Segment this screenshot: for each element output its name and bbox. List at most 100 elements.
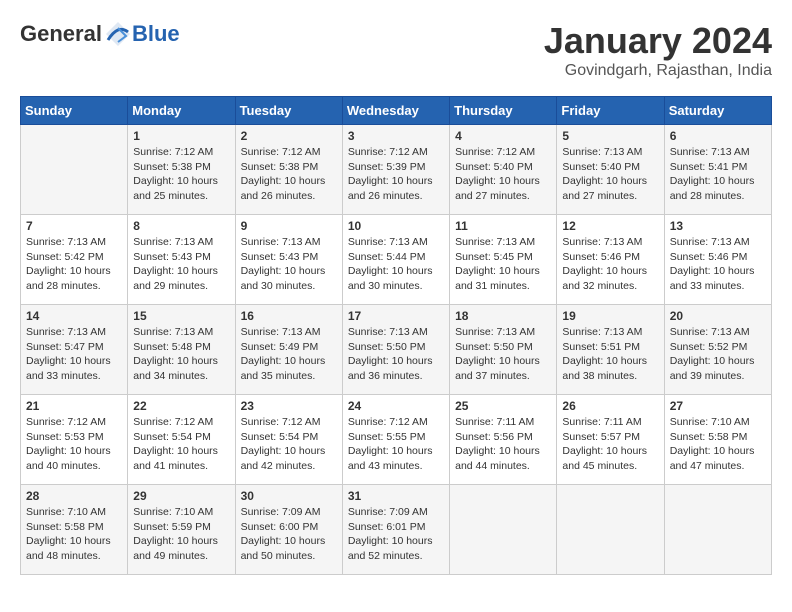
day-number: 20 bbox=[670, 309, 766, 323]
day-number: 9 bbox=[241, 219, 337, 233]
cell-content: Sunrise: 7:12 AM Sunset: 5:38 PM Dayligh… bbox=[241, 145, 337, 204]
calendar-cell bbox=[557, 485, 664, 575]
logo-general-text: General bbox=[20, 21, 102, 47]
calendar-cell: 30 Sunrise: 7:09 AM Sunset: 6:00 PM Dayli… bbox=[235, 485, 342, 575]
calendar-cell: 15 Sunrise: 7:13 AM Sunset: 5:48 PM Dayli… bbox=[128, 305, 235, 395]
day-number: 22 bbox=[133, 399, 229, 413]
calendar-week-row: 1Sunrise: 7:12 AM Sunset: 5:38 PM Daylig… bbox=[21, 125, 772, 215]
calendar-cell: 18Sunrise: 7:13 AM Sunset: 5:50 PM Dayli… bbox=[450, 305, 557, 395]
day-number: 23 bbox=[241, 399, 337, 413]
calendar-cell: 9Sunrise: 7:13 AM Sunset: 5:43 PM Daylig… bbox=[235, 215, 342, 305]
day-number: 30 bbox=[241, 489, 337, 503]
day-number: 6 bbox=[670, 129, 766, 143]
day-number: 5 bbox=[562, 129, 658, 143]
day-header-monday: Monday bbox=[128, 97, 235, 125]
calendar-cell: 1Sunrise: 7:12 AM Sunset: 5:38 PM Daylig… bbox=[128, 125, 235, 215]
subtitle: Govindgarh, Rajasthan, India bbox=[544, 62, 772, 80]
page-header: General Blue January 2024 Govindgarh, Ra… bbox=[20, 20, 772, 80]
calendar-cell: 28Sunrise: 7:10 AM Sunset: 5:58 PM Dayli… bbox=[21, 485, 128, 575]
day-header-friday: Friday bbox=[557, 97, 664, 125]
month-title: January 2024 bbox=[544, 20, 772, 62]
cell-content: Sunrise: 7:09 AM Sunset: 6:00 PM Dayligh… bbox=[241, 505, 337, 564]
calendar-cell: 2 Sunrise: 7:12 AM Sunset: 5:38 PM Daylig… bbox=[235, 125, 342, 215]
logo: General Blue bbox=[20, 20, 180, 48]
day-number: 29 bbox=[133, 489, 229, 503]
day-number: 14 bbox=[26, 309, 122, 323]
logo-blue-text: Blue bbox=[132, 21, 180, 47]
calendar-cell: 23 Sunrise: 7:12 AM Sunset: 5:54 PM Dayli… bbox=[235, 395, 342, 485]
cell-content: Sunrise: 7:13 AM Sunset: 5:47 PM Dayligh… bbox=[26, 325, 122, 384]
calendar-cell: 6Sunrise: 7:13 AM Sunset: 5:41 PM Daylig… bbox=[664, 125, 771, 215]
cell-content: Sunrise: 7:12 AM Sunset: 5:54 PM Dayligh… bbox=[133, 415, 229, 474]
day-number: 31 bbox=[348, 489, 444, 503]
day-number: 7 bbox=[26, 219, 122, 233]
day-number: 15 bbox=[133, 309, 229, 323]
cell-content: Sunrise: 7:10 AM Sunset: 5:58 PM Dayligh… bbox=[26, 505, 122, 564]
cell-content: Sunrise: 7:10 AM Sunset: 5:59 PM Dayligh… bbox=[133, 505, 229, 564]
cell-content: Sunrise: 7:13 AM Sunset: 5:46 PM Dayligh… bbox=[562, 235, 658, 294]
day-number: 3 bbox=[348, 129, 444, 143]
calendar-cell: 19 Sunrise: 7:13 AM Sunset: 5:51 PM Dayli… bbox=[557, 305, 664, 395]
cell-content: Sunrise: 7:12 AM Sunset: 5:53 PM Dayligh… bbox=[26, 415, 122, 474]
cell-content: Sunrise: 7:09 AM Sunset: 6:01 PM Dayligh… bbox=[348, 505, 444, 564]
cell-content: Sunrise: 7:13 AM Sunset: 5:52 PM Dayligh… bbox=[670, 325, 766, 384]
calendar-cell: 11Sunrise: 7:13 AM Sunset: 5:45 PM Dayli… bbox=[450, 215, 557, 305]
cell-content: Sunrise: 7:13 AM Sunset: 5:49 PM Dayligh… bbox=[241, 325, 337, 384]
logo-icon bbox=[104, 20, 132, 48]
calendar-cell: 26Sunrise: 7:11 AM Sunset: 5:57 PM Dayli… bbox=[557, 395, 664, 485]
day-number: 27 bbox=[670, 399, 766, 413]
day-header-sunday: Sunday bbox=[21, 97, 128, 125]
day-number: 25 bbox=[455, 399, 551, 413]
day-number: 24 bbox=[348, 399, 444, 413]
day-number: 16 bbox=[241, 309, 337, 323]
day-number: 10 bbox=[348, 219, 444, 233]
cell-content: Sunrise: 7:13 AM Sunset: 5:48 PM Dayligh… bbox=[133, 325, 229, 384]
day-number: 19 bbox=[562, 309, 658, 323]
day-header-thursday: Thursday bbox=[450, 97, 557, 125]
day-number: 18 bbox=[455, 309, 551, 323]
calendar-cell: 31 Sunrise: 7:09 AM Sunset: 6:01 PM Dayli… bbox=[342, 485, 449, 575]
calendar-header-row: SundayMondayTuesdayWednesdayThursdayFrid… bbox=[21, 97, 772, 125]
calendar-cell: 13Sunrise: 7:13 AM Sunset: 5:46 PM Dayli… bbox=[664, 215, 771, 305]
cell-content: Sunrise: 7:12 AM Sunset: 5:55 PM Dayligh… bbox=[348, 415, 444, 474]
calendar-cell bbox=[21, 125, 128, 215]
calendar-week-row: 14 Sunrise: 7:13 AM Sunset: 5:47 PM Dayli… bbox=[21, 305, 772, 395]
calendar-table: SundayMondayTuesdayWednesdayThursdayFrid… bbox=[20, 96, 772, 575]
cell-content: Sunrise: 7:13 AM Sunset: 5:44 PM Dayligh… bbox=[348, 235, 444, 294]
calendar-cell: 22 Sunrise: 7:12 AM Sunset: 5:54 PM Dayli… bbox=[128, 395, 235, 485]
calendar-week-row: 21 Sunrise: 7:12 AM Sunset: 5:53 PM Dayli… bbox=[21, 395, 772, 485]
cell-content: Sunrise: 7:12 AM Sunset: 5:54 PM Dayligh… bbox=[241, 415, 337, 474]
cell-content: Sunrise: 7:13 AM Sunset: 5:51 PM Dayligh… bbox=[562, 325, 658, 384]
cell-content: Sunrise: 7:12 AM Sunset: 5:39 PM Dayligh… bbox=[348, 145, 444, 204]
day-number: 8 bbox=[133, 219, 229, 233]
calendar-cell: 29 Sunrise: 7:10 AM Sunset: 5:59 PM Dayli… bbox=[128, 485, 235, 575]
calendar-cell bbox=[664, 485, 771, 575]
cell-content: Sunrise: 7:11 AM Sunset: 5:56 PM Dayligh… bbox=[455, 415, 551, 474]
day-header-saturday: Saturday bbox=[664, 97, 771, 125]
cell-content: Sunrise: 7:11 AM Sunset: 5:57 PM Dayligh… bbox=[562, 415, 658, 474]
calendar-cell bbox=[450, 485, 557, 575]
calendar-cell: 20 Sunrise: 7:13 AM Sunset: 5:52 PM Dayli… bbox=[664, 305, 771, 395]
calendar-cell: 27Sunrise: 7:10 AM Sunset: 5:58 PM Dayli… bbox=[664, 395, 771, 485]
day-number: 17 bbox=[348, 309, 444, 323]
day-header-tuesday: Tuesday bbox=[235, 97, 342, 125]
calendar-cell: 8 Sunrise: 7:13 AM Sunset: 5:43 PM Daylig… bbox=[128, 215, 235, 305]
calendar-week-row: 28Sunrise: 7:10 AM Sunset: 5:58 PM Dayli… bbox=[21, 485, 772, 575]
calendar-cell: 4Sunrise: 7:12 AM Sunset: 5:40 PM Daylig… bbox=[450, 125, 557, 215]
calendar-body: 1Sunrise: 7:12 AM Sunset: 5:38 PM Daylig… bbox=[21, 125, 772, 575]
day-number: 21 bbox=[26, 399, 122, 413]
day-number: 12 bbox=[562, 219, 658, 233]
cell-content: Sunrise: 7:13 AM Sunset: 5:42 PM Dayligh… bbox=[26, 235, 122, 294]
title-block: January 2024 Govindgarh, Rajasthan, Indi… bbox=[544, 20, 772, 80]
calendar-cell: 3 Sunrise: 7:12 AM Sunset: 5:39 PM Daylig… bbox=[342, 125, 449, 215]
calendar-week-row: 7 Sunrise: 7:13 AM Sunset: 5:42 PM Daylig… bbox=[21, 215, 772, 305]
cell-content: Sunrise: 7:12 AM Sunset: 5:38 PM Dayligh… bbox=[133, 145, 229, 204]
day-header-wednesday: Wednesday bbox=[342, 97, 449, 125]
calendar-cell: 24 Sunrise: 7:12 AM Sunset: 5:55 PM Dayli… bbox=[342, 395, 449, 485]
calendar-cell: 5 Sunrise: 7:13 AM Sunset: 5:40 PM Daylig… bbox=[557, 125, 664, 215]
cell-content: Sunrise: 7:13 AM Sunset: 5:43 PM Dayligh… bbox=[133, 235, 229, 294]
cell-content: Sunrise: 7:13 AM Sunset: 5:46 PM Dayligh… bbox=[670, 235, 766, 294]
cell-content: Sunrise: 7:13 AM Sunset: 5:40 PM Dayligh… bbox=[562, 145, 658, 204]
day-number: 2 bbox=[241, 129, 337, 143]
calendar-cell: 25 Sunrise: 7:11 AM Sunset: 5:56 PM Dayli… bbox=[450, 395, 557, 485]
